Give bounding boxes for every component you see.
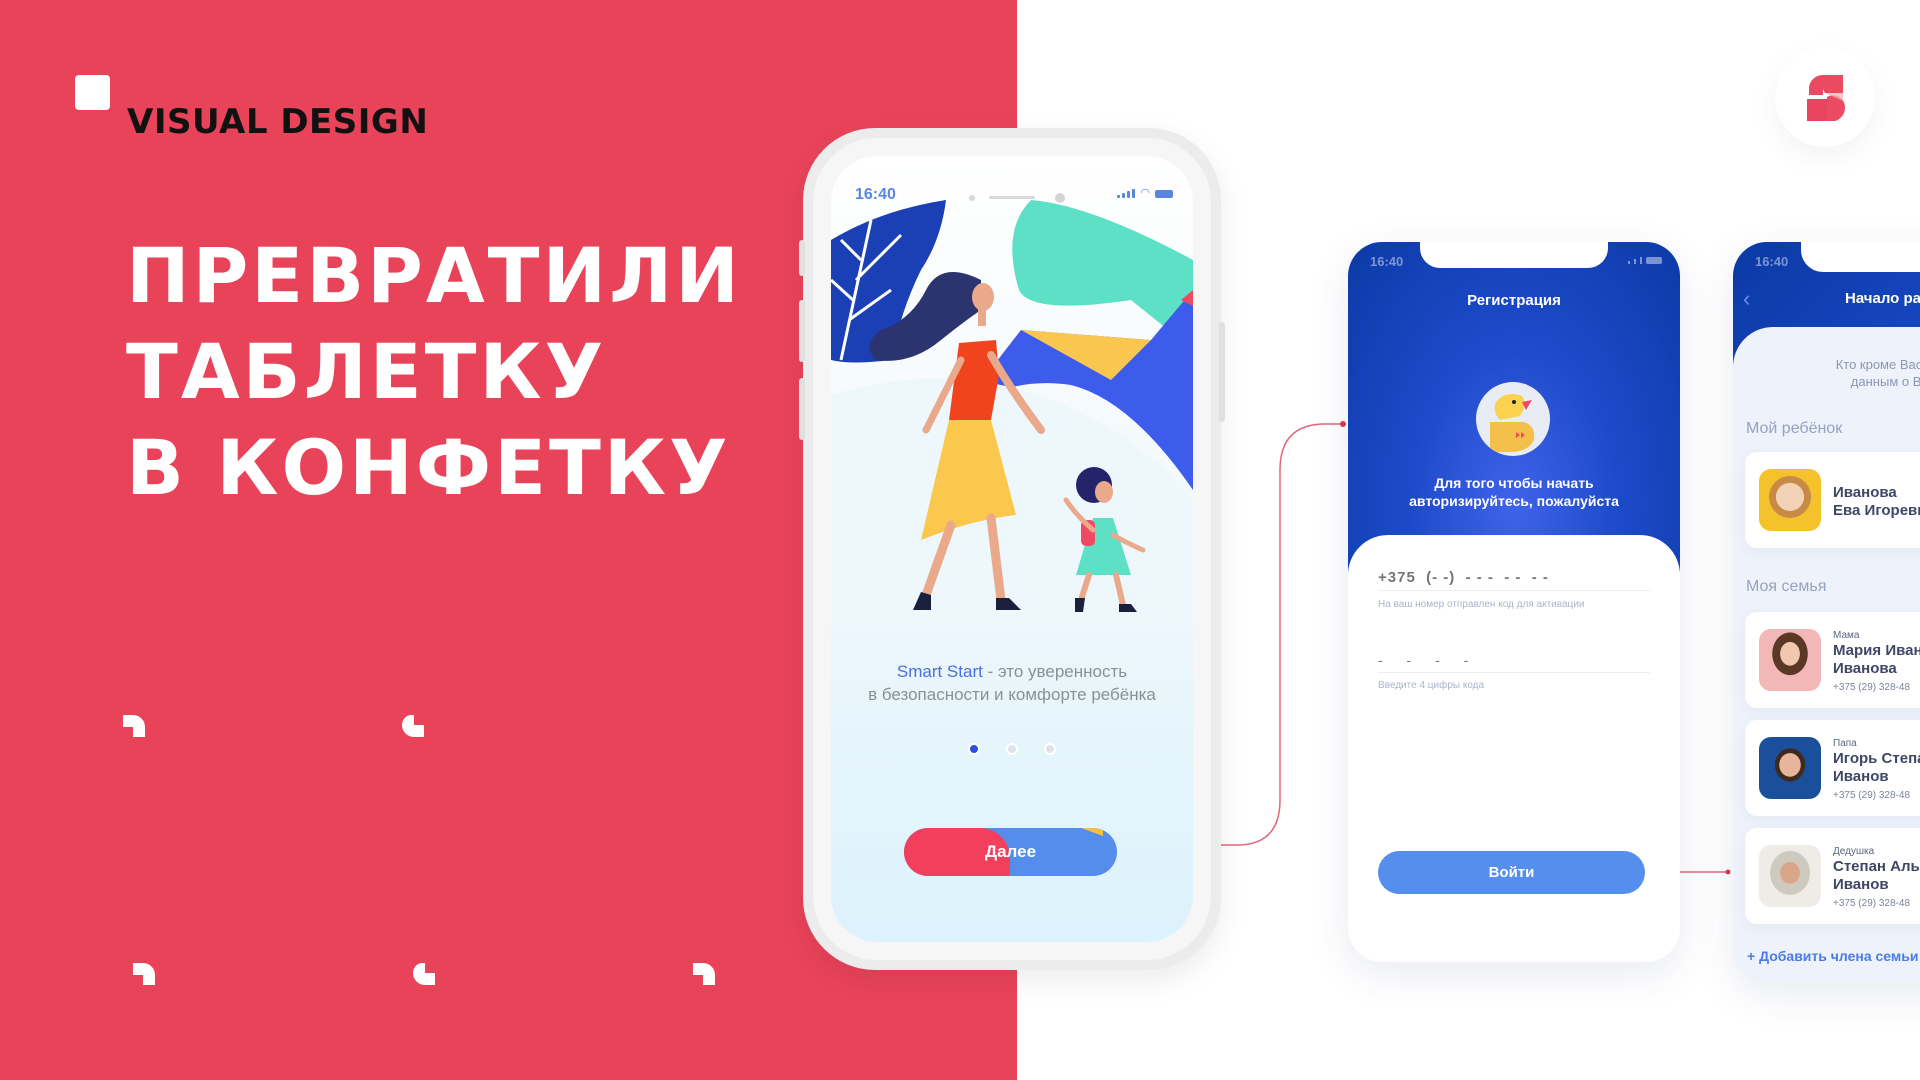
member-name-line2: Иванова xyxy=(1833,660,1897,677)
phone-hint: На ваш номер отправлен код для активации xyxy=(1378,599,1585,610)
tagline-brand: Smart Start xyxy=(896,662,983,681)
square-bullet-icon xyxy=(75,75,110,110)
phone-notch xyxy=(1420,242,1608,268)
add-family-member-link[interactable]: + Добавить члена семьи xyxy=(1747,948,1918,964)
brand-logo xyxy=(1775,47,1875,147)
connector-dot xyxy=(1725,869,1731,875)
intro-line2: данным о Вашем xyxy=(1850,374,1920,389)
battery-icon xyxy=(1646,257,1662,264)
status-icons xyxy=(1628,257,1662,264)
onboarding-screen: 16:40 ◠ Smart Start - это уверенность в … xyxy=(831,156,1193,942)
headline-line-1: ПРЕВРАТИЛИ xyxy=(126,231,742,320)
child-name-line2: Ева Игоревна xyxy=(1833,502,1920,519)
intro-line1: Кто кроме Вас будет и xyxy=(1835,357,1920,372)
phone-side-button xyxy=(799,240,805,276)
child-name-line1: Иванова xyxy=(1833,484,1897,501)
registration-message-line2: авторизируйтесь, пожалуйста xyxy=(1409,493,1619,509)
registration-message-line1: Для того чтобы начать xyxy=(1434,475,1594,491)
mother-daughter-illustration xyxy=(831,200,1193,630)
section-eyebrow: VISUAL DESIGN xyxy=(127,102,429,142)
back-chevron-icon[interactable]: ‹ xyxy=(1743,286,1750,312)
child-card[interactable]: Иванова Ева Игоревна xyxy=(1745,452,1920,548)
member-role: Папа xyxy=(1833,738,1857,749)
member-name-line1: Мария Ивановна xyxy=(1833,642,1920,659)
registration-message: Для того чтобы начать авторизируйтесь, п… xyxy=(1348,474,1680,510)
member-role: Мама xyxy=(1833,630,1860,641)
next-button[interactable]: Далее xyxy=(904,828,1117,876)
signal-icon xyxy=(1117,189,1136,198)
page-dot-2[interactable] xyxy=(1006,743,1018,755)
status-time: 16:40 xyxy=(1370,254,1404,269)
battery-icon xyxy=(1155,190,1173,198)
my-child-section-label: Мой ребёнок xyxy=(1746,420,1843,437)
tagline-text: - это уверенность xyxy=(982,662,1128,681)
member-avatar xyxy=(1759,737,1821,799)
speaker-grille xyxy=(989,196,1035,199)
daughter-face xyxy=(1095,481,1113,503)
my-family-section-label: Моя семья xyxy=(1746,578,1827,595)
child-avatar xyxy=(1759,469,1821,531)
wifi-icon: ◠ xyxy=(1140,187,1150,199)
family-member-card[interactable]: Папа Игорь Степанович Иванов +375 (29) 3… xyxy=(1745,720,1920,816)
duck-mascot-avatar xyxy=(1476,382,1550,456)
headline-line-3: В КОНФЕТКУ xyxy=(126,423,731,512)
member-phone: +375 (29) 328-48 xyxy=(1833,790,1911,801)
phone-side-button xyxy=(799,300,805,362)
member-avatar xyxy=(1759,845,1821,907)
phone-number-input[interactable] xyxy=(1378,561,1650,591)
registration-title: Регистрация xyxy=(1467,292,1561,309)
member-role: Дедушка xyxy=(1833,846,1875,857)
member-name-line1: Степан Альбертович xyxy=(1833,858,1920,875)
member-name-line1: Игорь Степанович xyxy=(1833,750,1920,767)
quarter-round-mark-icon xyxy=(123,715,145,737)
registration-phone-mockup: 16:40 Регистрация Для того чтобы начать … xyxy=(1348,242,1680,962)
code-hint: Введите 4 цифры кода xyxy=(1378,680,1485,691)
member-name: Игорь Степанович Иванов xyxy=(1833,750,1920,786)
member-name: Мария Ивановна Иванова xyxy=(1833,642,1920,678)
family-phone-mockup: 16:40 ‹ Начало работы Кто кроме Вас буде… xyxy=(1733,242,1920,982)
status-icons: ◠ xyxy=(1117,187,1173,199)
page-dot-3[interactable] xyxy=(1044,743,1056,755)
headline-line-2: ТАБЛЕТКУ xyxy=(126,327,607,416)
tagline-text-line2: в безопасности и комфорте ребёнка xyxy=(868,685,1156,704)
smart-start-logo-icon xyxy=(1807,75,1846,121)
button-yellow-accent xyxy=(1081,828,1103,836)
headline: ПРЕВРАТИЛИ ТАБЛЕТКУ В КОНФЕТКУ xyxy=(126,228,742,516)
quarter-round-mark-icon xyxy=(133,963,155,985)
status-time: 16:40 xyxy=(1755,254,1789,269)
mother-neck xyxy=(978,308,986,326)
quarter-round-mark-icon xyxy=(413,963,435,985)
child-name: Иванова Ева Игоревна xyxy=(1833,484,1920,520)
family-member-card[interactable]: Дедушка Степан Альбертович Иванов +375 (… xyxy=(1745,828,1920,924)
page-dot-1[interactable] xyxy=(968,743,980,755)
member-avatar xyxy=(1759,629,1821,691)
onboarding-phone-mockup: 16:40 ◠ Smart Start - это уверенность в … xyxy=(799,128,1225,970)
connector-dot xyxy=(1340,421,1346,427)
status-bar: 16:40 ◠ xyxy=(831,156,1193,206)
member-name-line2: Иванов xyxy=(1833,768,1889,785)
quarter-round-mark-icon xyxy=(693,963,715,985)
onboarding-tagline: Smart Start - это уверенность в безопасн… xyxy=(831,660,1193,706)
family-intro-text: Кто кроме Вас будет и данным о Вашем xyxy=(1773,356,1920,390)
member-phone: +375 (29) 328-48 xyxy=(1833,898,1911,909)
duck-mascot-icon xyxy=(1490,394,1535,452)
phone-side-button xyxy=(1219,322,1225,422)
member-phone: +375 (29) 328-48 xyxy=(1833,682,1911,693)
activation-code-input[interactable] xyxy=(1378,637,1650,673)
member-name: Степан Альбертович Иванов xyxy=(1833,858,1920,894)
phone-notch xyxy=(1801,242,1920,272)
next-button-label: Далее xyxy=(984,842,1037,861)
page-indicator xyxy=(831,743,1193,755)
member-name-line2: Иванов xyxy=(1833,876,1889,893)
quarter-round-mark-icon xyxy=(402,715,424,737)
mother-face xyxy=(972,283,994,311)
phone-side-button xyxy=(799,378,805,440)
login-button[interactable]: Войти xyxy=(1378,851,1645,894)
family-member-card[interactable]: Мама Мария Ивановна Иванова +375 (29) 32… xyxy=(1745,612,1920,708)
family-title: Начало работы xyxy=(1845,290,1920,307)
